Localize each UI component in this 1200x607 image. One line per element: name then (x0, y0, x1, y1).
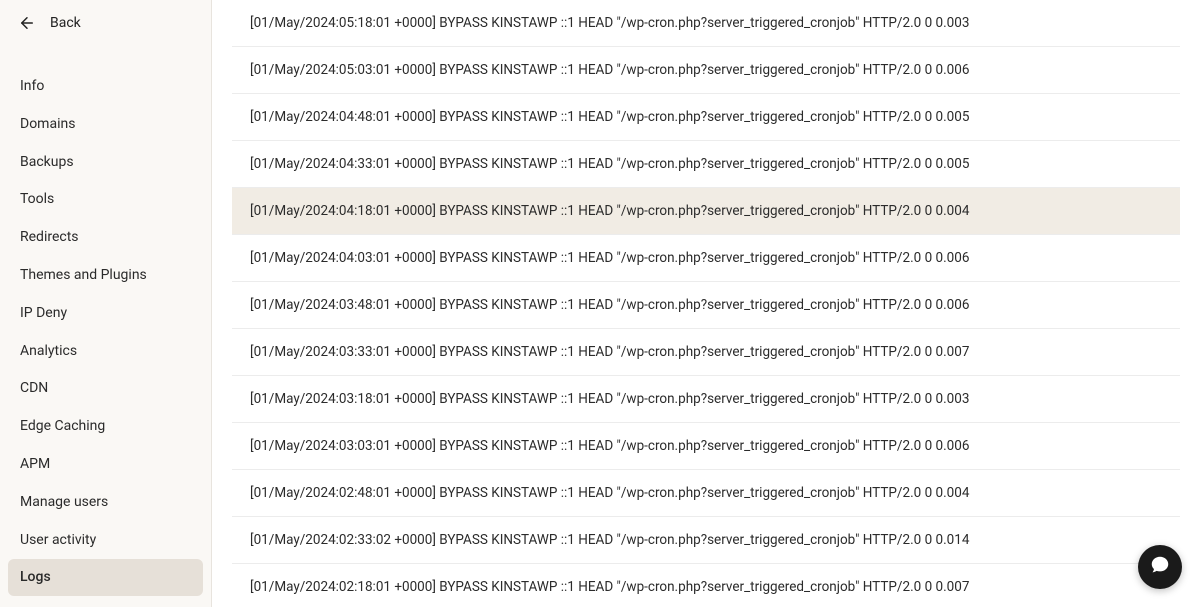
log-row[interactable]: [01/May/2024:02:18:01 +0000] BYPASS KINS… (232, 564, 1180, 607)
log-row[interactable]: [01/May/2024:03:33:01 +0000] BYPASS KINS… (232, 329, 1180, 376)
log-row[interactable]: [01/May/2024:03:03:01 +0000] BYPASS KINS… (232, 423, 1180, 470)
back-button[interactable]: Back (0, 14, 211, 50)
log-entry: [01/May/2024:03:03:01 +0000] BYPASS KINS… (232, 423, 1180, 470)
arrow-left-icon (18, 14, 36, 32)
sidebar-item-apm[interactable]: APM (8, 446, 203, 483)
log-row[interactable]: [01/May/2024:02:33:02 +0000] BYPASS KINS… (232, 517, 1180, 564)
sidebar-item-tools[interactable]: Tools (8, 181, 203, 218)
main-content: [01/May/2024:05:18:01 +0000] BYPASS KINS… (212, 0, 1200, 607)
log-row[interactable]: [01/May/2024:04:33:01 +0000] BYPASS KINS… (232, 141, 1180, 188)
log-row[interactable]: [01/May/2024:04:48:01 +0000] BYPASS KINS… (232, 94, 1180, 141)
log-entry: [01/May/2024:03:33:01 +0000] BYPASS KINS… (232, 329, 1180, 376)
sidebar-item-manage-users[interactable]: Manage users (8, 484, 203, 521)
sidebar-item-redirects[interactable]: Redirects (8, 219, 203, 256)
sidebar-item-info[interactable]: Info (8, 68, 203, 105)
sidebar-item-cdn[interactable]: CDN (8, 370, 203, 407)
log-row[interactable]: [01/May/2024:05:18:01 +0000] BYPASS KINS… (232, 0, 1180, 47)
log-entry: [01/May/2024:04:18:01 +0000] BYPASS KINS… (232, 188, 1180, 235)
sidebar: Back Info Domains Backups Tools Redirect… (0, 0, 212, 607)
log-row[interactable]: [01/May/2024:04:03:01 +0000] BYPASS KINS… (232, 235, 1180, 282)
chat-icon (1149, 554, 1171, 580)
log-row[interactable]: [01/May/2024:04:18:01 +0000] BYPASS KINS… (232, 188, 1180, 235)
log-entry: [01/May/2024:03:18:01 +0000] BYPASS KINS… (232, 376, 1180, 423)
log-row[interactable]: [01/May/2024:03:48:01 +0000] BYPASS KINS… (232, 282, 1180, 329)
log-row[interactable]: [01/May/2024:02:48:01 +0000] BYPASS KINS… (232, 470, 1180, 517)
sidebar-item-ip-deny[interactable]: IP Deny (8, 295, 203, 332)
sidebar-item-analytics[interactable]: Analytics (8, 333, 203, 370)
log-entry: [01/May/2024:04:48:01 +0000] BYPASS KINS… (232, 94, 1180, 141)
log-entry: [01/May/2024:02:33:02 +0000] BYPASS KINS… (232, 517, 1180, 564)
log-entry: [01/May/2024:05:18:01 +0000] BYPASS KINS… (232, 0, 1180, 47)
log-entry: [01/May/2024:02:18:01 +0000] BYPASS KINS… (232, 564, 1180, 607)
sidebar-item-user-activity[interactable]: User activity (8, 522, 203, 559)
log-row[interactable]: [01/May/2024:05:03:01 +0000] BYPASS KINS… (232, 47, 1180, 94)
log-row[interactable]: [01/May/2024:03:18:01 +0000] BYPASS KINS… (232, 376, 1180, 423)
sidebar-item-domains[interactable]: Domains (8, 106, 203, 143)
logs-table: [01/May/2024:05:18:01 +0000] BYPASS KINS… (232, 0, 1180, 607)
sidebar-item-backups[interactable]: Backups (8, 144, 203, 181)
log-entry: [01/May/2024:05:03:01 +0000] BYPASS KINS… (232, 47, 1180, 94)
nav-list: Info Domains Backups Tools Redirects The… (0, 50, 211, 597)
sidebar-item-themes-plugins[interactable]: Themes and Plugins (8, 257, 203, 294)
log-entry: [01/May/2024:04:33:01 +0000] BYPASS KINS… (232, 141, 1180, 188)
log-entry: [01/May/2024:02:48:01 +0000] BYPASS KINS… (232, 470, 1180, 517)
back-label: Back (50, 15, 81, 31)
log-entry: [01/May/2024:04:03:01 +0000] BYPASS KINS… (232, 235, 1180, 282)
sidebar-item-edge-caching[interactable]: Edge Caching (8, 408, 203, 445)
chat-widget-button[interactable] (1138, 545, 1182, 589)
log-entry: [01/May/2024:03:48:01 +0000] BYPASS KINS… (232, 282, 1180, 329)
sidebar-item-logs[interactable]: Logs (8, 559, 203, 596)
